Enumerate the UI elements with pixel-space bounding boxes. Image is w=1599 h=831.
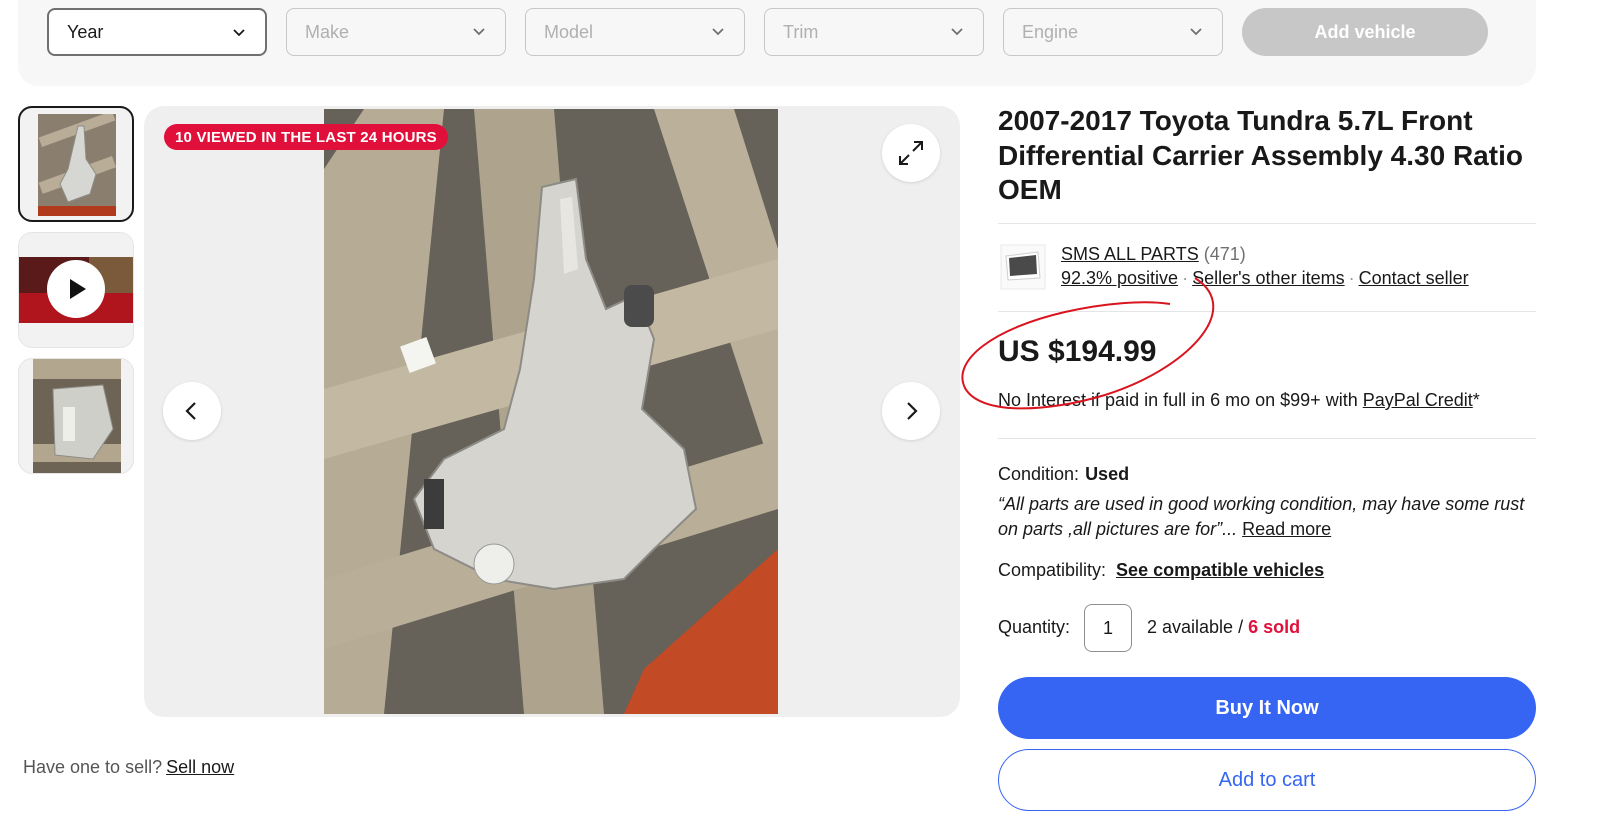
- trim-select[interactable]: Trim: [764, 8, 984, 56]
- model-select[interactable]: Model: [525, 8, 745, 56]
- sold-count: 6 sold: [1248, 617, 1301, 637]
- sell-now-link[interactable]: Sell now: [166, 757, 234, 777]
- make-select-label: Make: [305, 21, 350, 42]
- financing-suffix: *: [1472, 390, 1480, 410]
- views-badge: 10 VIEWED IN THE LAST 24 HOURS: [164, 124, 448, 150]
- chevron-left-icon: [185, 402, 196, 420]
- next-image-button[interactable]: [882, 382, 940, 440]
- image-gallery: 10 VIEWED IN THE LAST 24 HOURS: [144, 106, 960, 717]
- read-more-link[interactable]: Read more: [1242, 519, 1331, 539]
- compatibility-label: Compatibility:: [998, 560, 1107, 580]
- sell-prompt: Have one to sell? Sell now: [23, 757, 234, 778]
- thumbnail-1[interactable]: [18, 106, 134, 222]
- quantity-label: Quantity:: [998, 617, 1071, 637]
- chevron-down-icon: [473, 28, 485, 36]
- contact-seller-link[interactable]: Contact seller: [1359, 268, 1469, 288]
- chevron-down-icon: [712, 28, 724, 36]
- price: US $194.99: [998, 335, 1157, 368]
- available-count: 2 available /: [1147, 617, 1244, 637]
- thumbnail-video[interactable]: [18, 232, 134, 348]
- engine-select[interactable]: Engine: [1003, 8, 1223, 56]
- condition-label: Condition:: [998, 464, 1080, 484]
- seller-positive-link[interactable]: 92.3% positive: [1061, 268, 1178, 288]
- seller-other-items-link[interactable]: Seller's other items: [1192, 268, 1345, 288]
- listing-title: 2007-2017 Toyota Tundra 5.7L Front Diffe…: [998, 105, 1523, 205]
- model-select-label: Model: [544, 21, 594, 42]
- see-compatible-vehicles-link[interactable]: See compatible vehicles: [1116, 560, 1324, 580]
- differential-thumbnail-image: [38, 114, 116, 216]
- seller-avatar[interactable]: [1000, 244, 1046, 290]
- seller-links: 92.3% positive · Seller's other items · Cont…: [1061, 268, 1469, 289]
- differential-main-photo[interactable]: [324, 109, 778, 714]
- sell-prompt-text: Have one to sell?: [23, 757, 163, 777]
- add-to-cart-button[interactable]: Add to cart: [998, 749, 1536, 811]
- compatibility-row: Compatibility: See compatible vehicles: [998, 560, 1324, 581]
- chevron-down-icon: [951, 28, 963, 36]
- make-select[interactable]: Make: [286, 8, 506, 56]
- condition-description: “All parts are used in good working cond…: [998, 492, 1528, 542]
- separator-dot: ·: [1182, 268, 1189, 288]
- seller-feedback-count: (471): [1203, 244, 1246, 264]
- engine-select-label: Engine: [1022, 21, 1079, 42]
- expand-button[interactable]: [882, 124, 940, 182]
- chevron-down-icon: [233, 29, 245, 37]
- separator-dot: ·: [1348, 268, 1355, 288]
- seller-name-link[interactable]: SMS ALL PARTS: [1061, 244, 1199, 264]
- paypal-credit-link[interactable]: PayPal Credit: [1363, 390, 1473, 410]
- chevron-down-icon: [1190, 28, 1202, 36]
- availability: 2 available / 6 sold: [1147, 617, 1300, 638]
- previous-image-button[interactable]: [163, 382, 221, 440]
- year-select-label: Year: [67, 21, 104, 42]
- add-vehicle-button[interactable]: Add vehicle: [1242, 8, 1488, 56]
- condition-row: Condition: Used: [998, 464, 1129, 485]
- condition-value: Used: [1085, 464, 1130, 484]
- differential-side-thumbnail-image: [33, 359, 121, 473]
- divider: [998, 438, 1536, 439]
- trim-select-label: Trim: [783, 21, 819, 42]
- chevron-right-icon: [907, 402, 918, 420]
- year-select[interactable]: Year: [47, 8, 267, 56]
- play-icon: [47, 260, 105, 318]
- quantity-input[interactable]: 1: [1084, 604, 1132, 652]
- financing-info: No Interest if paid in full in 6 mo on $…: [998, 390, 1480, 411]
- divider: [998, 311, 1536, 312]
- thumbnail-3[interactable]: [18, 358, 134, 474]
- seller-name-row: SMS ALL PARTS (471): [1061, 244, 1246, 265]
- financing-text: No Interest if paid in full in 6 mo on $…: [998, 390, 1358, 410]
- buy-it-now-button[interactable]: Buy It Now: [998, 677, 1536, 739]
- divider: [998, 223, 1536, 224]
- expand-icon: [899, 141, 923, 165]
